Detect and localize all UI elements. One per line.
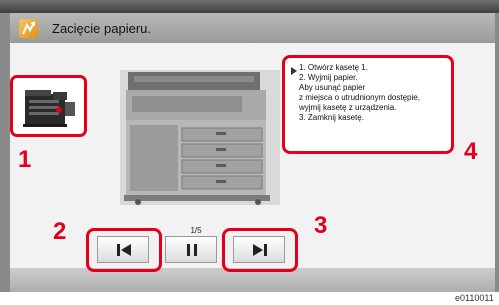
callout-number-2: 2 xyxy=(53,218,67,245)
figure-code: e0110011 xyxy=(455,293,494,303)
instruction-line: z miejsca o utrudnionym dostępie, xyxy=(299,93,420,102)
back-button[interactable] xyxy=(97,236,149,263)
skip-back-icon xyxy=(117,244,131,256)
page-title: Zacięcie papieru. xyxy=(52,21,151,36)
callout-number-3: 3 xyxy=(314,212,328,239)
instruction-line: Aby usunąć papier xyxy=(299,83,366,92)
instruction-line: 2. Wyjmij papier. xyxy=(299,73,358,82)
skip-forward-icon xyxy=(253,244,267,256)
instruction-line: wyjmij kasetę z urządzenia. xyxy=(299,103,397,112)
instructions-text: 1. Otwórz kasetę 1. 2. Wyjmij papier. Ab… xyxy=(299,63,451,123)
top-status-bar xyxy=(0,0,499,13)
instruction-line: 1. Otwórz kasetę 1. xyxy=(299,63,368,72)
callout-number-4: 4 xyxy=(464,138,478,165)
callout-number-1: 1 xyxy=(18,146,32,173)
machine-thumbnail[interactable] xyxy=(10,75,87,137)
page-indicator: 1/5 xyxy=(190,226,202,235)
next-button[interactable] xyxy=(233,236,285,263)
pause-icon xyxy=(187,244,197,256)
instructions-panel: 1. Otwórz kasetę 1. 2. Wyjmij papier. Ab… xyxy=(282,55,454,154)
paper-jam-warning-icon xyxy=(19,19,38,38)
printer-illustration xyxy=(120,70,280,205)
title-bar: Zacięcie papieru. xyxy=(10,13,495,43)
play-pointer-icon xyxy=(291,67,297,75)
instruction-line: 3. Zamknij kasetę. xyxy=(299,113,364,122)
pause-button[interactable] xyxy=(165,236,217,263)
